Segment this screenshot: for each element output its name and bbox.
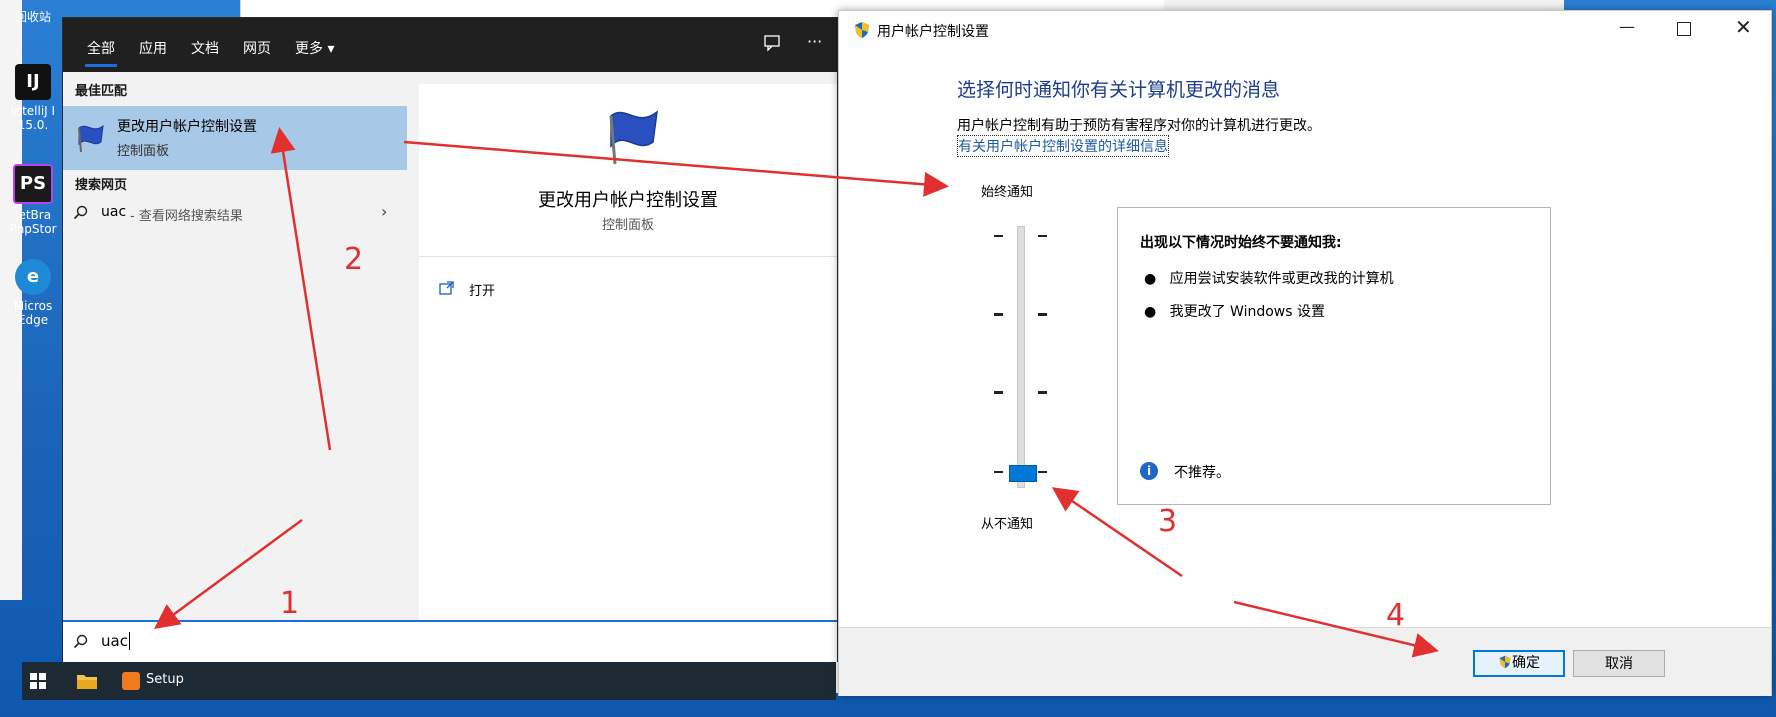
annotation-number-4: 4 xyxy=(1386,598,1406,633)
arrow-2a xyxy=(270,127,332,451)
arrow-2b xyxy=(403,140,949,197)
annotation-number-1: 1 xyxy=(280,586,300,621)
annotation-arrows xyxy=(153,127,1439,658)
annotation-number-2: 2 xyxy=(344,242,364,277)
annotation-number-3: 3 xyxy=(1158,504,1178,539)
